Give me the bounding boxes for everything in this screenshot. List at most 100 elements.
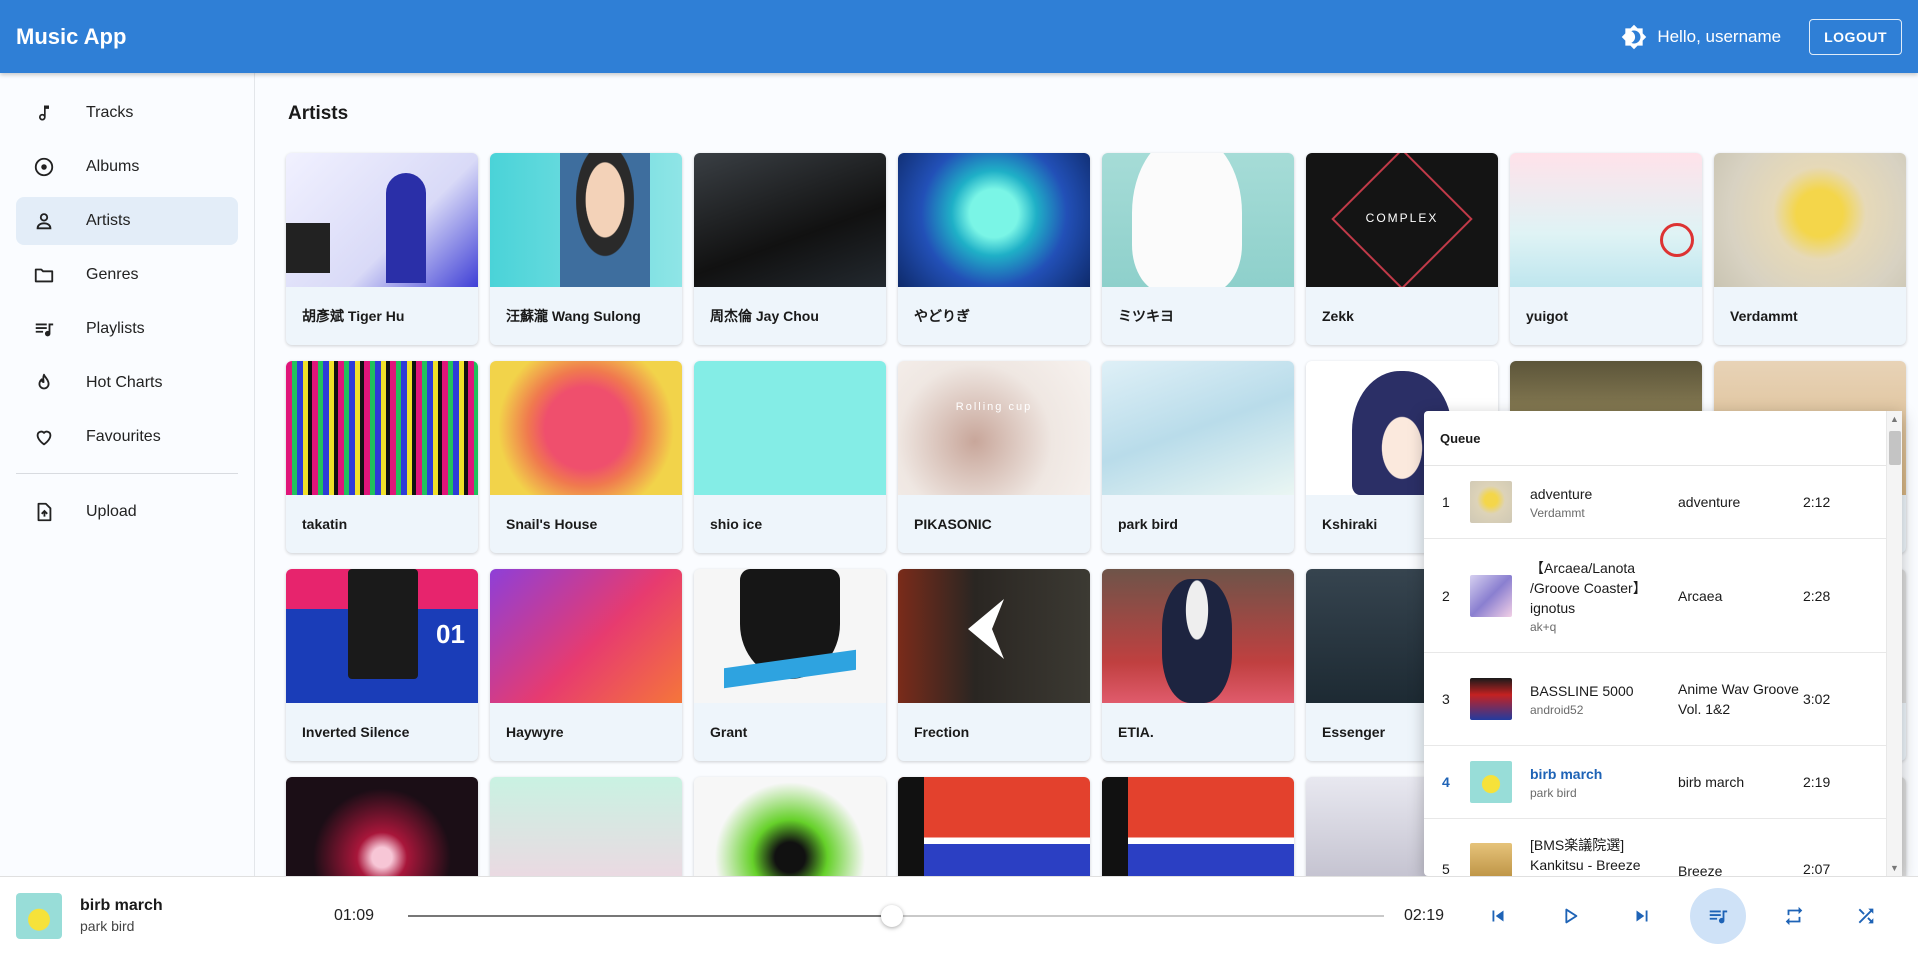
artist-name: Grant: [710, 724, 748, 740]
scroll-down-icon[interactable]: ▼: [1890, 863, 1899, 873]
sidebar-item-upload[interactable]: Upload: [16, 488, 238, 536]
artist-name: 胡彥斌 Tiger Hu: [302, 308, 405, 324]
artist-card[interactable]: yuigot: [1510, 153, 1702, 345]
previous-button[interactable]: [1474, 892, 1522, 940]
queue-music-icon: [1709, 910, 1728, 923]
queue-row[interactable]: 3 BASSLINE 5000 android52 Anime Wav Groov…: [1424, 653, 1902, 746]
artist-name: Haywyre: [506, 724, 564, 740]
artist-image: [286, 153, 478, 287]
next-button[interactable]: [1618, 892, 1666, 940]
artist-image: Rolling cup: [898, 361, 1090, 495]
artist-card[interactable]: ミツキヨ: [1102, 153, 1294, 345]
artist-image: [694, 361, 886, 495]
artist-card[interactable]: ETIA.: [1102, 569, 1294, 761]
artist-card[interactable]: 周杰倫 Jay Chou: [694, 153, 886, 345]
artist-card[interactable]: [898, 777, 1090, 876]
artist-card[interactable]: shio ice: [694, 361, 886, 553]
artist-name: やどりぎ: [914, 308, 970, 324]
queue-scrollbar[interactable]: ▲ ▼: [1886, 411, 1902, 876]
theme-toggle-icon[interactable]: [1621, 24, 1647, 50]
queue-row-title: adventure: [1530, 486, 1593, 502]
queue-row[interactable]: 2 【Arcaea/Lanota /Groove Coaster】 ignotu…: [1424, 539, 1902, 653]
scrollbar-thumb[interactable]: [1889, 431, 1901, 465]
sidebar-divider: [16, 473, 238, 474]
artist-card[interactable]: [490, 777, 682, 876]
elapsed-time: 01:09: [334, 906, 375, 924]
sidebar-item-albums[interactable]: Albums: [16, 143, 238, 191]
artist-image: [490, 777, 682, 876]
sidebar-item-favourites[interactable]: Favourites: [16, 413, 238, 461]
artist-image: [694, 153, 886, 287]
now-playing-title: birb march: [80, 897, 163, 914]
artist-card[interactable]: park bird: [1102, 361, 1294, 553]
artist-card[interactable]: やどりぎ: [898, 153, 1090, 345]
queue-row-cover: [1470, 761, 1512, 803]
artist-card[interactable]: 胡彥斌 Tiger Hu: [286, 153, 478, 345]
skip-next-icon: [1636, 910, 1648, 921]
artist-image: [490, 361, 682, 495]
upload-file-icon: [32, 500, 56, 524]
artist-image: [286, 361, 478, 495]
artist-card[interactable]: Grant: [694, 569, 886, 761]
sidebar-item-label: Albums: [86, 158, 140, 175]
queue-row-artist: park bird: [1530, 786, 1577, 800]
sidebar-item-hot-charts[interactable]: Hot Charts: [16, 359, 238, 407]
artist-image: [286, 777, 478, 876]
logout-button[interactable]: LOGOUT: [1809, 18, 1902, 55]
artist-image: [1102, 153, 1294, 287]
artist-card[interactable]: Snail's House: [490, 361, 682, 553]
artist-card[interactable]: Frection: [898, 569, 1090, 761]
artist-card[interactable]: Verdammt: [1714, 153, 1906, 345]
queue-row-cover: [1470, 843, 1512, 876]
sidebar-item-label: Artists: [86, 212, 131, 229]
seek-fill: [408, 914, 893, 917]
artist-name: Verdammt: [1730, 308, 1798, 324]
sidebar-item-artists[interactable]: Artists: [16, 197, 238, 245]
queue-row-artist: ak+q: [1530, 619, 1557, 634]
queue-row[interactable]: 1 adventure Verdammt adventure 2:12: [1424, 466, 1902, 539]
queue-row-number: 4: [1442, 774, 1450, 790]
artist-image: COMPLEX: [1306, 153, 1498, 287]
artist-card[interactable]: Haywyre: [490, 569, 682, 761]
flame-icon: [32, 371, 56, 395]
artist-name: 汪蘇瀧 Wang Sulong: [506, 308, 641, 324]
queue-row-number: 5: [1442, 861, 1450, 876]
artist-name: takatin: [302, 516, 348, 532]
person-icon: [32, 209, 56, 233]
queue-row[interactable]: 5 [BMS楽議院選] Kankitsu - Breeze Breeze 2:0…: [1424, 819, 1902, 876]
play-button[interactable]: [1546, 892, 1594, 940]
scroll-up-icon[interactable]: ▲: [1890, 414, 1899, 424]
shuffle-icon: [1858, 908, 1874, 923]
queue-row-current[interactable]: 4 birb march park bird birb march 2:19: [1424, 746, 1902, 819]
artist-card[interactable]: 汪蘇瀧 Wang Sulong: [490, 153, 682, 345]
greeting: Hello, username: [1657, 26, 1782, 46]
sidebar-item-tracks[interactable]: Tracks: [16, 89, 238, 137]
queue-row-album: Arcaea: [1678, 587, 1723, 604]
app-bar: Music App Hello, username LOGOUT: [0, 0, 1918, 73]
seek-handle[interactable]: [881, 904, 904, 927]
sidebar-item-label: Hot Charts: [86, 374, 163, 391]
artist-card[interactable]: [286, 777, 478, 876]
queue-row-duration: 3:02: [1803, 691, 1831, 707]
artist-card[interactable]: [1102, 777, 1294, 876]
sidebar-item-genres[interactable]: Genres: [16, 251, 238, 299]
artist-image: [490, 153, 682, 287]
sidebar-item-playlists[interactable]: Playlists: [16, 305, 238, 353]
artist-name: Zekk: [1322, 308, 1354, 324]
artist-card[interactable]: [694, 777, 886, 876]
shuffle-button[interactable]: [1842, 892, 1890, 940]
artist-card[interactable]: COMPLEX Zekk: [1306, 153, 1498, 345]
now-playing-artist: park bird: [80, 918, 135, 934]
total-time: 02:19: [1404, 906, 1445, 924]
queue-row-duration: 2:12: [1803, 494, 1831, 510]
artist-card[interactable]: 01 Inverted Silence: [286, 569, 478, 761]
seek-slider[interactable]: [408, 904, 1384, 927]
artist-name: PIKASONIC: [914, 516, 992, 532]
repeat-button[interactable]: [1770, 892, 1818, 940]
queue-toggle-button[interactable]: [1690, 887, 1746, 944]
artist-card[interactable]: takatin: [286, 361, 478, 553]
skip-previous-icon: [1492, 910, 1504, 921]
artist-card[interactable]: Rolling cup PIKASONIC: [898, 361, 1090, 553]
queue-row-duration: 2:07: [1803, 861, 1831, 876]
repeat-icon: [1785, 906, 1803, 925]
